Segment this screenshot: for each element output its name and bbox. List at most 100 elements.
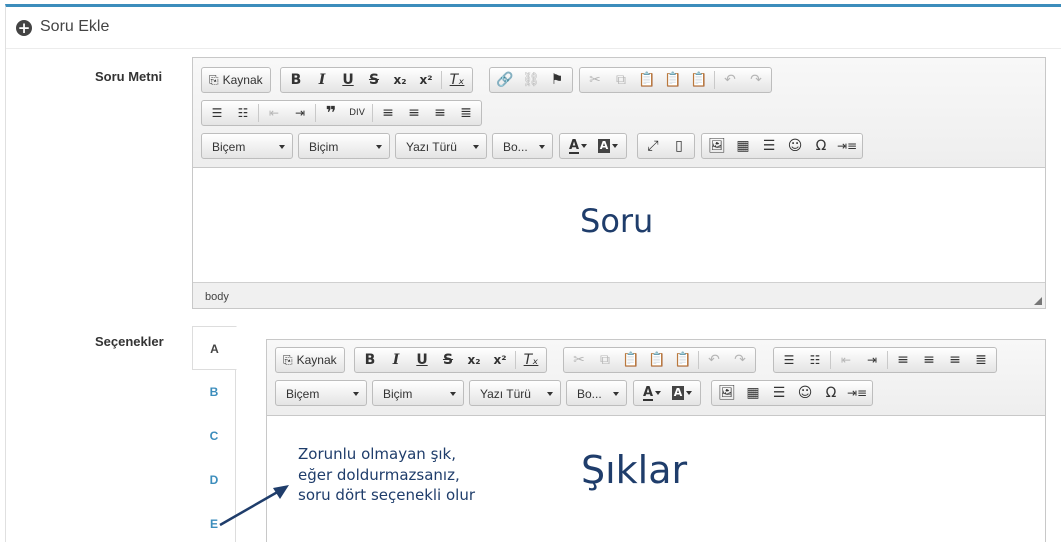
unlink-icon[interactable]: ⛓ xyxy=(518,69,544,91)
page-break-icon[interactable]: ⇥≡ xyxy=(834,135,860,157)
bold-icon[interactable]: B xyxy=(283,69,309,91)
copy-icon[interactable]: ⧉ xyxy=(608,69,634,91)
superscript-icon[interactable]: x² xyxy=(487,349,513,371)
align-justify-icon[interactable]: ≣ xyxy=(968,349,994,371)
page-break-icon[interactable]: ⇥≡ xyxy=(844,382,870,404)
horizontal-line-icon[interactable]: ☰ xyxy=(756,135,782,157)
font-dropdown[interactable]: Yazı Türü xyxy=(469,380,561,406)
smiley-icon[interactable]: ☺ xyxy=(792,382,818,404)
numbered-list-icon[interactable]: ☰ xyxy=(776,349,802,371)
source-button[interactable]: ⎘ Kaynak xyxy=(204,69,268,91)
font-dropdown[interactable]: Yazı Türü xyxy=(395,133,487,159)
paste-icon[interactable]: 📋 xyxy=(634,69,660,91)
question-placeholder-text: Soru xyxy=(580,202,654,240)
format-dropdown[interactable]: Biçem xyxy=(201,133,293,159)
anchor-flag-icon[interactable]: ⚑ xyxy=(544,69,570,91)
image-icon[interactable]: 🖼 xyxy=(704,135,730,157)
paste-icon[interactable]: 📋 xyxy=(618,349,644,371)
paste-text-icon[interactable]: 📋 xyxy=(644,349,670,371)
question-text-label: Soru Metni xyxy=(95,69,163,84)
format-dropdown[interactable]: Biçem xyxy=(275,380,367,406)
align-right-icon[interactable]: ≡ xyxy=(942,349,968,371)
copy-icon[interactable]: ⧉ xyxy=(592,349,618,371)
background-color-icon[interactable]: A xyxy=(667,382,697,404)
style-dropdown[interactable]: Biçim xyxy=(372,380,464,406)
resize-grip-icon[interactable] xyxy=(1034,297,1042,305)
div-container-icon[interactable]: DIV xyxy=(344,102,370,124)
outdent-icon[interactable]: ⇤ xyxy=(833,349,859,371)
italic-icon[interactable]: I xyxy=(383,349,409,371)
toolbar-separator xyxy=(830,351,831,369)
horizontal-line-icon[interactable]: ☰ xyxy=(766,382,792,404)
subscript-icon[interactable]: x₂ xyxy=(387,69,413,91)
undo-icon[interactable]: ↶ xyxy=(717,69,743,91)
paste-text-icon[interactable]: 📋 xyxy=(660,69,686,91)
toolbar-separator xyxy=(258,104,259,122)
bold-icon[interactable]: B xyxy=(357,349,383,371)
chevron-down-icon xyxy=(450,392,456,396)
undo-icon[interactable]: ↶ xyxy=(701,349,727,371)
toolbar-separator xyxy=(315,104,316,122)
special-char-omega-icon[interactable]: Ω xyxy=(808,135,834,157)
tab-c[interactable]: C xyxy=(192,414,236,458)
table-icon[interactable]: ▦ xyxy=(730,135,756,157)
background-color-icon[interactable]: A xyxy=(593,135,623,157)
toolbar-separator xyxy=(698,351,699,369)
indent-icon[interactable]: ⇥ xyxy=(859,349,885,371)
indent-icon[interactable]: ⇥ xyxy=(287,102,313,124)
colors-group: A A xyxy=(559,133,627,159)
clipboard-group: ✂ ⧉ 📋 📋 📋 ↶ ↷ xyxy=(563,347,756,373)
bulleted-list-icon[interactable]: ☷ xyxy=(802,349,828,371)
redo-icon[interactable]: ↷ xyxy=(743,69,769,91)
align-center-icon[interactable]: ≡ xyxy=(916,349,942,371)
underline-icon[interactable]: U xyxy=(335,69,361,91)
source-button[interactable]: ⎘ Kaynak xyxy=(278,349,342,371)
align-justify-icon[interactable]: ≣ xyxy=(453,102,479,124)
links-group: 🔗 ⛓ ⚑ xyxy=(489,67,573,93)
tab-a[interactable]: A xyxy=(192,326,237,370)
source-icon: ⎘ xyxy=(209,72,219,87)
show-blocks-icon[interactable]: ▯ xyxy=(666,135,692,157)
paste-word-icon[interactable]: 📋 xyxy=(670,349,696,371)
numbered-list-icon[interactable]: ☰ xyxy=(204,102,230,124)
element-path[interactable]: body xyxy=(205,291,229,303)
align-center-icon[interactable]: ≡ xyxy=(401,102,427,124)
image-icon[interactable]: 🖼 xyxy=(714,382,740,404)
superscript-icon[interactable]: x² xyxy=(413,69,439,91)
style-dropdown[interactable]: Biçim xyxy=(298,133,390,159)
question-editor-content[interactable]: Soru xyxy=(193,168,1045,283)
text-color-icon[interactable]: A xyxy=(637,382,667,404)
remove-format-icon[interactable]: Tₓ xyxy=(444,69,470,91)
option-editor-toolbar: ⎘ Kaynak B I U S x₂ x² Tₓ ✂ ⧉ 📋 📋 📋 ↶ ↷ ☰… xyxy=(267,340,1045,416)
redo-icon[interactable]: ↷ xyxy=(727,349,753,371)
strike-icon[interactable]: S xyxy=(435,349,461,371)
font-size-dropdown[interactable]: Bo... xyxy=(492,133,553,159)
subscript-icon[interactable]: x₂ xyxy=(461,349,487,371)
font-size-dropdown[interactable]: Bo... xyxy=(566,380,627,406)
tab-b[interactable]: B xyxy=(192,370,236,414)
annotation-line: eğer doldurmazsanız, xyxy=(298,465,460,484)
editor-status-bar: body xyxy=(193,282,1045,308)
cut-icon[interactable]: ✂ xyxy=(566,349,592,371)
outdent-icon[interactable]: ⇤ xyxy=(261,102,287,124)
paste-word-icon[interactable]: 📋 xyxy=(686,69,712,91)
blockquote-icon[interactable]: ❞ xyxy=(318,102,344,124)
special-char-omega-icon[interactable]: Ω xyxy=(818,382,844,404)
toolbar-separator xyxy=(887,351,888,369)
smiley-icon[interactable]: ☺ xyxy=(782,135,808,157)
basic-styles-group: B I U S x₂ x² Tₓ xyxy=(280,67,473,93)
align-left-icon[interactable]: ≡ xyxy=(890,349,916,371)
align-right-icon[interactable]: ≡ xyxy=(427,102,453,124)
remove-format-icon[interactable]: Tₓ xyxy=(518,349,544,371)
link-icon[interactable]: 🔗 xyxy=(492,69,518,91)
maximize-icon[interactable]: ⤢ xyxy=(640,135,666,157)
italic-icon[interactable]: I xyxy=(309,69,335,91)
align-left-icon[interactable]: ≡ xyxy=(375,102,401,124)
text-color-icon[interactable]: A xyxy=(563,135,593,157)
underline-icon[interactable]: U xyxy=(409,349,435,371)
table-icon[interactable]: ▦ xyxy=(740,382,766,404)
strike-icon[interactable]: S xyxy=(361,69,387,91)
bulleted-list-icon[interactable]: ☷ xyxy=(230,102,256,124)
toolbar-separator xyxy=(515,351,516,369)
cut-icon[interactable]: ✂ xyxy=(582,69,608,91)
